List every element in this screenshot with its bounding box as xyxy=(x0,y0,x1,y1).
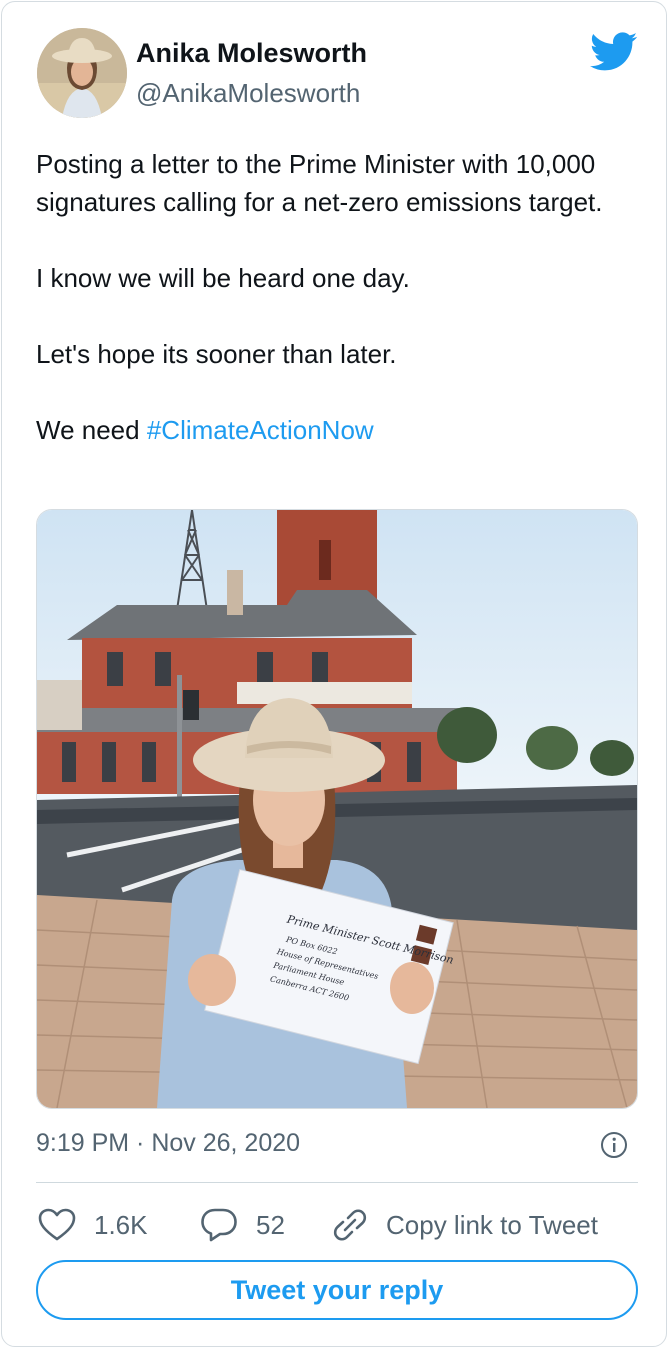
avatar[interactable] xyxy=(37,28,127,118)
copy-link-button[interactable]: Copy link to Tweet xyxy=(332,1205,598,1245)
tweet-photo[interactable]: Prime Minister Scott Morrison PO Box 602… xyxy=(36,509,638,1109)
tweet-card: Anika Molesworth @AnikaMolesworth Postin… xyxy=(1,1,667,1347)
divider xyxy=(36,1182,638,1183)
info-icon[interactable] xyxy=(600,1131,628,1159)
copy-link-label: Copy link to Tweet xyxy=(386,1209,598,1240)
twitter-bird-icon[interactable] xyxy=(590,32,638,72)
reply-count: 52 xyxy=(256,1209,285,1240)
avatar-image xyxy=(37,28,127,118)
tweet-text: Posting a letter to the Prime Minister w… xyxy=(36,145,636,449)
tweet-paragraph-4: We need #ClimateActionNow xyxy=(36,411,636,449)
tweet-paragraph-2: I know we will be heard one day. xyxy=(36,263,410,293)
tweet-your-reply-button[interactable]: Tweet your reply xyxy=(36,1260,638,1320)
author-name[interactable]: Anika Molesworth xyxy=(136,38,367,69)
reply-count-button[interactable]: 52 xyxy=(200,1205,285,1245)
like-count: 1.6K xyxy=(94,1209,148,1240)
link-icon xyxy=(333,1209,367,1241)
tweet-timestamp[interactable]: 9:19 PM · Nov 26, 2020 xyxy=(36,1129,300,1158)
tweet-paragraph-3: Let's hope its sooner than later. xyxy=(36,339,397,369)
tweet-text-prefix: We need xyxy=(36,415,147,445)
speech-bubble-icon xyxy=(201,1208,237,1242)
heart-icon xyxy=(38,1208,76,1241)
like-button[interactable]: 1.6K xyxy=(38,1205,148,1245)
author-handle[interactable]: @AnikaMolesworth xyxy=(136,78,360,109)
hashtag-link[interactable]: #ClimateActionNow xyxy=(147,415,374,445)
tweet-paragraph-1: Posting a letter to the Prime Minister w… xyxy=(36,149,603,217)
photo-scene: Prime Minister Scott Morrison PO Box 602… xyxy=(37,510,637,1108)
